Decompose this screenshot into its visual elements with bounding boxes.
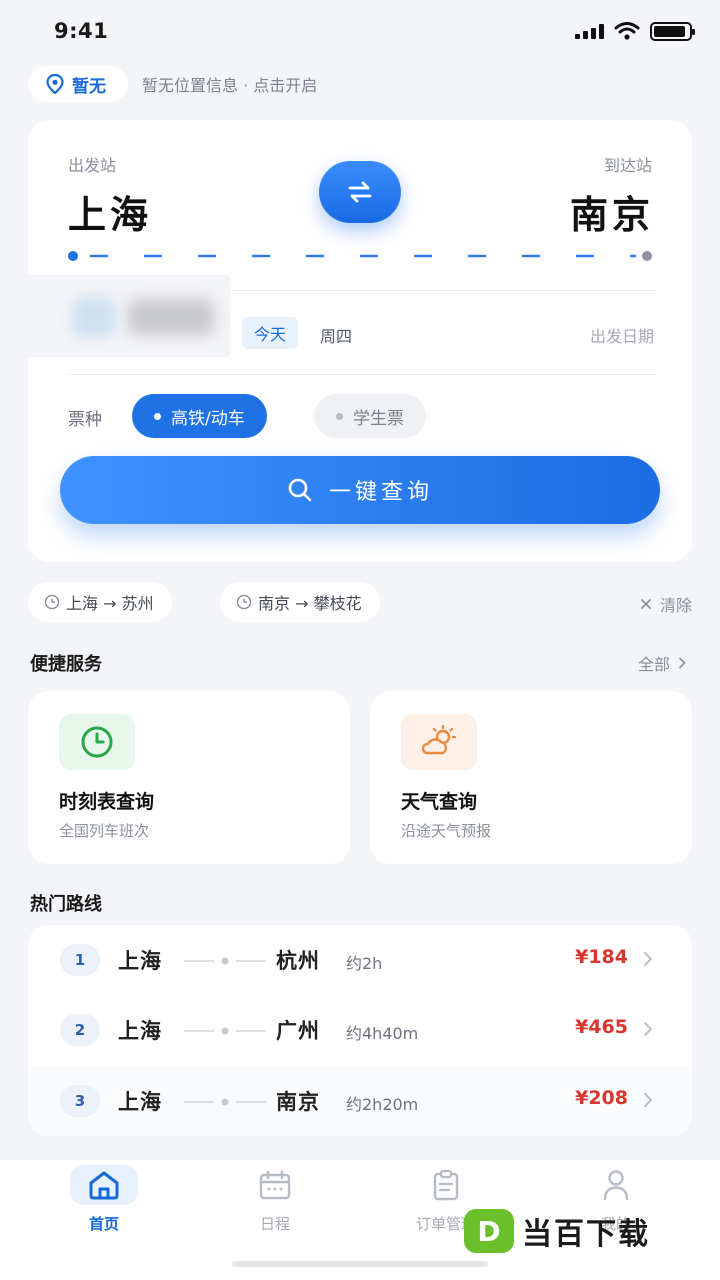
swap-stations-button[interactable]	[319, 161, 401, 223]
popular-routes-list: 1 上海 杭州 约2h ¥184 2 上海 广州 约4h40m ¥465 3 上…	[28, 925, 692, 1136]
location-hint-link[interactable]: 暂无位置信息 · 点击开启	[142, 72, 317, 96]
status-icons	[575, 21, 695, 41]
route-to: 南京	[276, 1090, 320, 1114]
route-from: 上海	[118, 949, 162, 973]
ticket-search-card: 出发站 上海 到达站 南京 今天 周四 出发日期 票种 高铁/动车 学生票 一键…	[16, 120, 692, 562]
user-icon	[582, 1165, 650, 1205]
cellular-signal-icon	[575, 23, 604, 39]
route-connector	[184, 1027, 266, 1035]
route-dash-line	[68, 251, 652, 261]
service-subtitle: 沿途天气预报	[401, 822, 492, 840]
route-from: 上海	[118, 1019, 162, 1043]
chevron-right-icon	[679, 657, 686, 669]
home-indicator	[232, 1261, 488, 1267]
wifi-icon	[614, 22, 640, 40]
chevron-right-icon	[644, 1022, 653, 1036]
query-button[interactable]: 一键查询	[60, 456, 660, 524]
ticket-type-student-chip[interactable]: 学生票	[314, 394, 426, 438]
home-icon	[70, 1165, 138, 1205]
chip-label: 高铁/动车	[171, 408, 245, 429]
clock-icon	[59, 714, 135, 770]
route-row[interactable]: 3 上海 南京 约2h20m ¥208	[28, 1066, 692, 1136]
tab-label: 首页	[88, 1215, 119, 1233]
route-to: 广州	[276, 1019, 320, 1043]
location-row: 暂无 暂无位置信息 · 点击开启	[28, 66, 317, 102]
departure-label: 出发站	[68, 156, 117, 175]
calendar-icon	[241, 1165, 309, 1205]
route-row[interactable]: 2 上海 广州 约4h40m ¥465	[28, 995, 692, 1065]
popular-routes-title: 热门路线	[30, 894, 102, 915]
clear-history-button[interactable]: 清除	[640, 592, 692, 616]
route-price: ¥208	[575, 1087, 628, 1109]
history-item-label: 南京 → 攀枝花	[258, 594, 362, 613]
watermark-letter: D	[477, 1215, 500, 1247]
route-from: 上海	[118, 1090, 162, 1114]
service-title: 天气查询	[401, 791, 478, 813]
ticket-type-high-speed-chip[interactable]: 高铁/动车	[132, 394, 267, 438]
route-connector	[184, 957, 266, 965]
search-history: 上海 → 苏州 南京 → 攀枝花 清除	[28, 582, 692, 622]
status-time: 9:41	[54, 19, 109, 43]
arrival-station[interactable]: 南京	[570, 184, 654, 239]
service-subtitle: 全国列车班次	[59, 822, 150, 840]
route-connector	[184, 1098, 266, 1106]
departure-station[interactable]: 上海	[68, 184, 152, 239]
search-icon	[288, 478, 312, 502]
route-price: ¥184	[575, 946, 628, 968]
ticket-type-label: 票种	[68, 410, 102, 430]
route-rank: 3	[60, 1085, 100, 1117]
services-title: 便捷服务	[30, 654, 102, 675]
watermark: D 当百下载	[464, 1208, 650, 1254]
watermark-logo: D	[464, 1209, 514, 1253]
clock-icon	[236, 594, 252, 610]
battery-icon	[650, 21, 695, 41]
weekday-label: 周四	[320, 327, 353, 346]
clipboard-icon	[412, 1165, 480, 1205]
tab-schedule[interactable]: 日程	[205, 1160, 345, 1250]
chip-dot	[336, 412, 343, 420]
query-button-label: 一键查询	[328, 480, 433, 505]
route-rank: 2	[60, 1014, 100, 1046]
timetable-service-card[interactable]: 时刻表查询 全国列车班次	[28, 691, 350, 864]
close-icon	[641, 599, 651, 609]
arrival-label: 到达站	[603, 156, 652, 175]
history-item[interactable]: 南京 → 攀枝花	[220, 582, 380, 622]
see-all-label: 全部	[637, 655, 670, 674]
weather-service-card[interactable]: 天气查询 沿途天气预报	[370, 691, 692, 864]
today-tag: 今天	[242, 317, 299, 349]
service-title: 时刻表查询	[59, 791, 155, 813]
location-label: 暂无	[72, 76, 106, 97]
chip-dot	[154, 412, 161, 420]
tab-label: 日程	[259, 1215, 290, 1233]
route-duration: 约4h40m	[346, 1024, 419, 1043]
clock-icon	[44, 594, 60, 610]
history-item[interactable]: 上海 → 苏州	[28, 582, 172, 622]
chevron-right-icon	[644, 952, 653, 966]
chip-label: 学生票	[353, 408, 404, 429]
history-item-label: 上海 → 苏州	[66, 594, 154, 613]
location-button[interactable]: 暂无	[28, 66, 128, 102]
status-bar: 9:41	[0, 0, 720, 62]
clear-history-label: 清除	[659, 596, 692, 615]
watermark-text: 当百下载	[522, 1217, 650, 1252]
route-to: 杭州	[276, 949, 320, 973]
divider	[68, 374, 656, 375]
tab-home[interactable]: 首页	[34, 1160, 174, 1250]
see-all-services-link[interactable]: 全部	[638, 651, 686, 675]
swap-icon	[348, 181, 372, 203]
weather-icon	[401, 714, 477, 770]
route-duration: 约2h20m	[346, 1095, 419, 1114]
departure-date-label: 出发日期	[589, 327, 654, 346]
location-pin-icon	[46, 74, 64, 94]
chevron-right-icon	[644, 1093, 653, 1107]
route-row[interactable]: 1 上海 杭州 约2h ¥184	[28, 925, 692, 995]
route-duration: 约2h	[346, 954, 383, 973]
route-rank: 1	[60, 944, 100, 976]
date-picker-blurred[interactable]	[16, 275, 230, 357]
route-price: ¥465	[575, 1016, 628, 1038]
